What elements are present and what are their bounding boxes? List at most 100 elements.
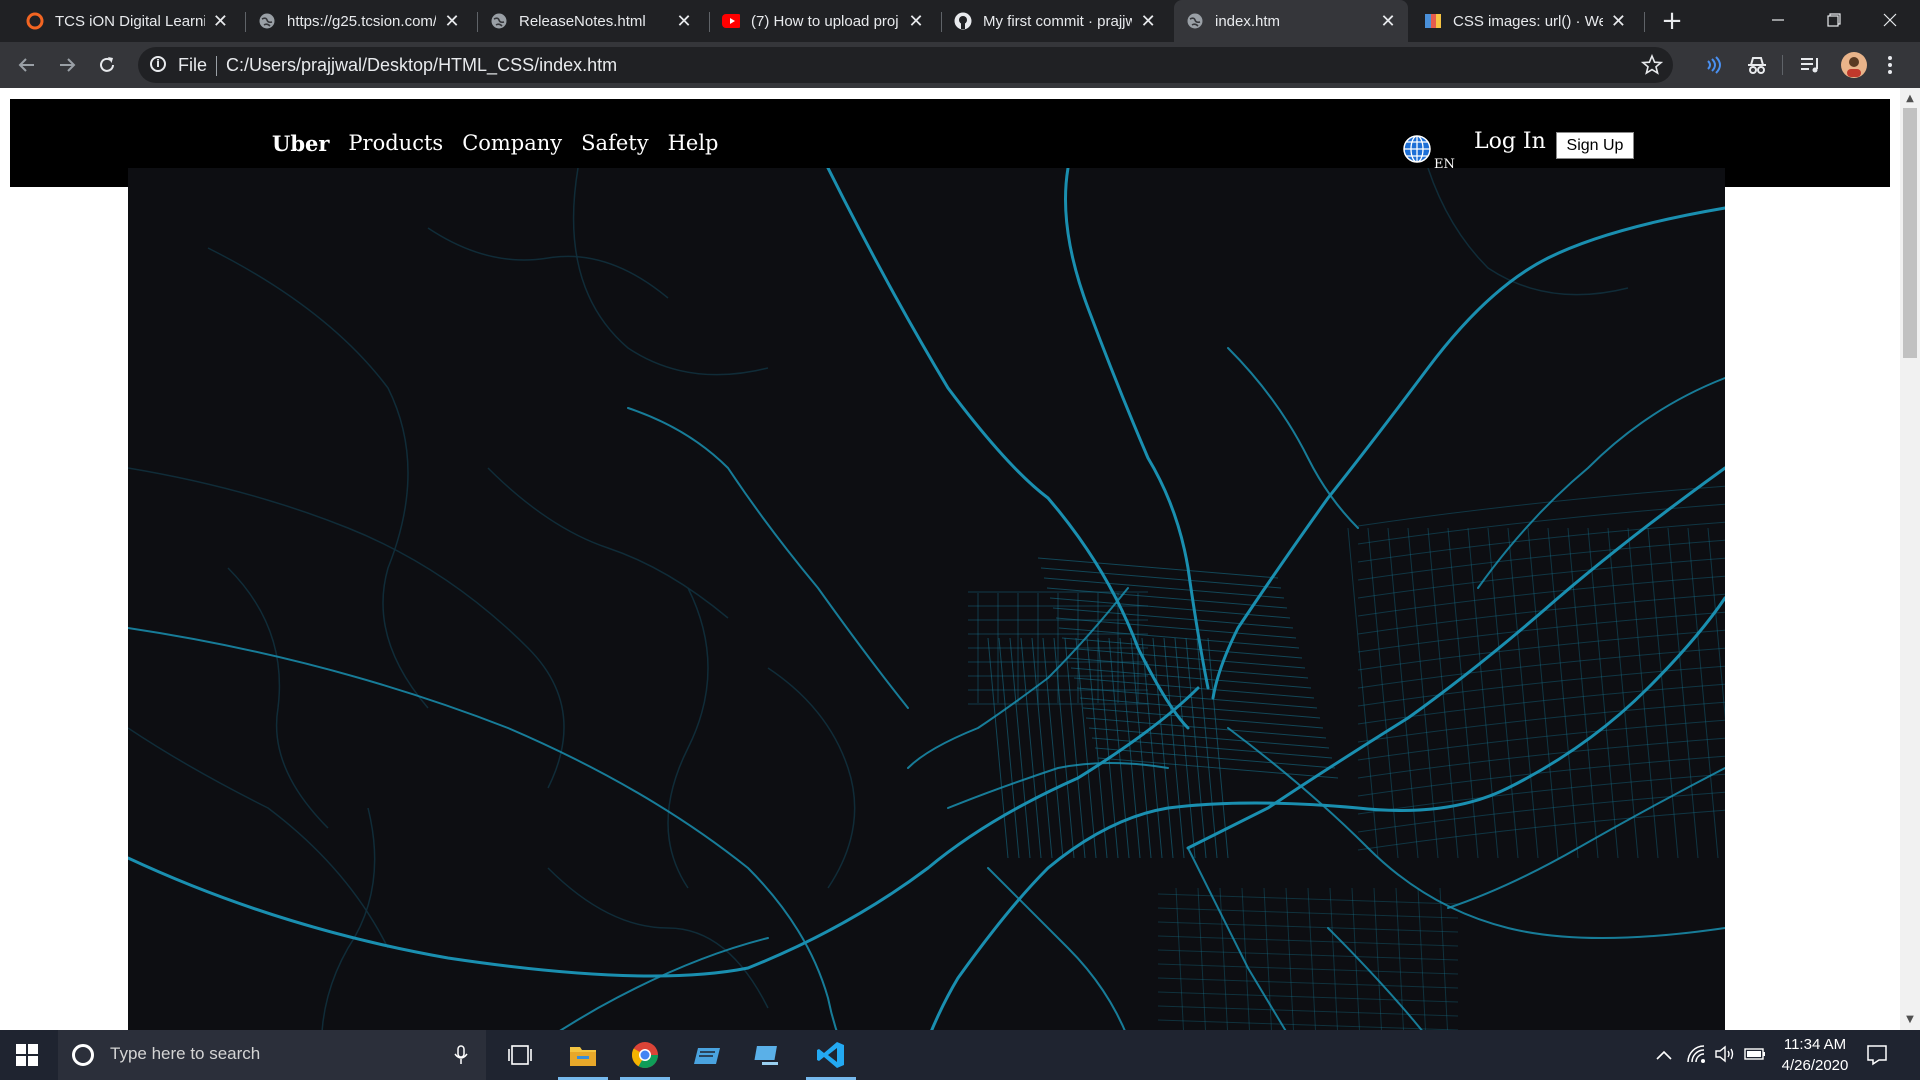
bookmark-star-icon[interactable] xyxy=(1641,54,1663,76)
map-road xyxy=(1357,611,1725,653)
tab-youtube[interactable]: (7) How to upload proj ✕ xyxy=(710,0,936,42)
brand-link[interactable]: Uber xyxy=(272,131,329,156)
map-road xyxy=(667,587,709,889)
chrome-icon[interactable] xyxy=(630,1040,660,1070)
close-icon[interactable]: ✕ xyxy=(908,11,924,32)
map-road xyxy=(1049,597,1291,619)
map-road xyxy=(1427,168,1629,296)
map-road xyxy=(627,407,909,709)
map-road xyxy=(1373,887,1382,1030)
close-icon[interactable]: ✕ xyxy=(1140,11,1156,32)
map-road xyxy=(1046,587,1288,609)
profile-avatar[interactable] xyxy=(1841,52,1867,78)
forward-button[interactable] xyxy=(52,50,82,80)
info-icon[interactable]: i xyxy=(150,56,166,72)
map-road xyxy=(1073,677,1315,699)
taskbar-search-box[interactable]: Type here to search xyxy=(58,1030,486,1080)
globe-icon xyxy=(490,12,508,30)
map-road xyxy=(1157,935,1459,947)
map-road xyxy=(1157,1019,1459,1030)
close-icon[interactable]: ✕ xyxy=(213,11,228,32)
tab-mdn[interactable]: CSS images: url() · Web ✕ xyxy=(1412,0,1638,42)
map-road xyxy=(1357,719,1725,761)
restore-icon[interactable] xyxy=(1806,0,1862,42)
map-road xyxy=(1607,527,1639,859)
show-hidden-icons-chevron[interactable] xyxy=(1656,1050,1672,1060)
windows-start-icon[interactable] xyxy=(16,1044,38,1066)
incognito-extension-icon[interactable] xyxy=(1746,54,1768,76)
vscode-icon[interactable] xyxy=(816,1040,846,1070)
system-clock[interactable]: 11:34 AM 4/26/2020 xyxy=(1770,1034,1860,1076)
map-road xyxy=(1052,607,1294,629)
close-icon[interactable]: ✕ xyxy=(444,11,460,32)
map-road xyxy=(1507,527,1539,859)
close-icon[interactable]: ✕ xyxy=(676,11,692,32)
nav-safety[interactable]: Safety xyxy=(581,131,648,156)
nav-products[interactable]: Products xyxy=(348,131,443,156)
cast-extension-icon[interactable] xyxy=(1704,54,1726,76)
media-controls-icon[interactable] xyxy=(1799,54,1821,76)
map-road xyxy=(1357,683,1725,725)
map-road xyxy=(1091,737,1333,759)
globe-icon[interactable] xyxy=(1402,134,1432,164)
back-button[interactable] xyxy=(12,50,42,80)
scrollbar-thumb[interactable] xyxy=(1903,108,1917,358)
more-menu-icon[interactable] xyxy=(1885,54,1895,76)
map-road xyxy=(1031,637,1053,859)
tab-tcs-ion[interactable]: TCS iON Digital Learnin ✕ xyxy=(14,0,240,42)
tab-github[interactable]: My first commit · prajjw ✕ xyxy=(942,0,1168,42)
remote-desktop-icon[interactable] xyxy=(754,1040,784,1070)
scroll-down-arrow[interactable]: ▼ xyxy=(1903,1013,1917,1027)
map-road xyxy=(1587,527,1619,859)
scroll-up-arrow[interactable]: ▲ xyxy=(1903,92,1917,106)
signup-button[interactable]: Sign Up xyxy=(1556,132,1634,159)
map-road xyxy=(1477,377,1725,589)
close-icon[interactable]: ✕ xyxy=(1380,11,1396,32)
map-road xyxy=(559,937,769,1030)
page-viewport: Uber Products Company Safety Help EN Log… xyxy=(0,88,1900,1030)
tab-title: TCS iON Digital Learnin xyxy=(55,12,205,30)
map-road xyxy=(998,637,1020,859)
url-text[interactable]: C:/Users/prajjwal/Desktop/HTML_CSS/index… xyxy=(226,55,617,76)
map-road xyxy=(1285,887,1294,1030)
map-road xyxy=(1055,617,1297,639)
map-road xyxy=(1064,168,1210,690)
wifi-icon[interactable] xyxy=(1686,1044,1706,1064)
map-road xyxy=(1043,577,1285,599)
map-road xyxy=(1547,527,1579,859)
reload-button[interactable] xyxy=(92,50,122,80)
battery-icon[interactable] xyxy=(1744,1048,1766,1060)
window-close-icon[interactable] xyxy=(1862,0,1918,42)
minimize-icon[interactable] xyxy=(1750,0,1806,42)
map-road xyxy=(1053,637,1075,859)
new-tab-button[interactable]: + xyxy=(1657,6,1687,36)
nav-company[interactable]: Company xyxy=(462,131,562,156)
address-bar[interactable]: i File C:/Users/prajjwal/Desktop/HTML_CS… xyxy=(138,47,1673,83)
volume-icon[interactable] xyxy=(1714,1044,1736,1064)
tab-g25-tcsion[interactable]: https://g25.tcsion.com/ ✕ xyxy=(246,0,472,42)
map-road xyxy=(1152,637,1174,859)
map-road xyxy=(930,596,1725,1030)
map-road xyxy=(1185,637,1207,859)
login-link[interactable]: Log In xyxy=(1474,129,1546,154)
tab-title: My first commit · prajjw xyxy=(983,12,1133,30)
clock-date: 4/26/2020 xyxy=(1781,1057,1849,1074)
tab-index-htm[interactable]: index.htm ✕ xyxy=(1174,0,1408,42)
map-road xyxy=(1088,727,1330,749)
map-road xyxy=(1058,627,1300,649)
task-view-icon[interactable] xyxy=(506,1040,536,1070)
microphone-icon[interactable] xyxy=(454,1045,468,1065)
map-road xyxy=(1357,809,1725,851)
site-nav: Uber Products Company Safety Help xyxy=(272,131,738,156)
map-road xyxy=(1042,637,1064,859)
file-explorer-icon[interactable] xyxy=(568,1040,598,1070)
address-divider xyxy=(216,56,217,76)
notifications-icon[interactable] xyxy=(1866,1044,1888,1066)
map-road xyxy=(1667,527,1699,859)
map-road xyxy=(1082,707,1324,729)
tab-release-notes[interactable]: ReleaseNotes.html ✕ xyxy=(478,0,704,42)
close-icon[interactable]: ✕ xyxy=(1611,11,1626,32)
mail-app-icon[interactable] xyxy=(692,1040,722,1070)
map-road xyxy=(1211,206,1725,700)
nav-help[interactable]: Help xyxy=(668,131,719,156)
